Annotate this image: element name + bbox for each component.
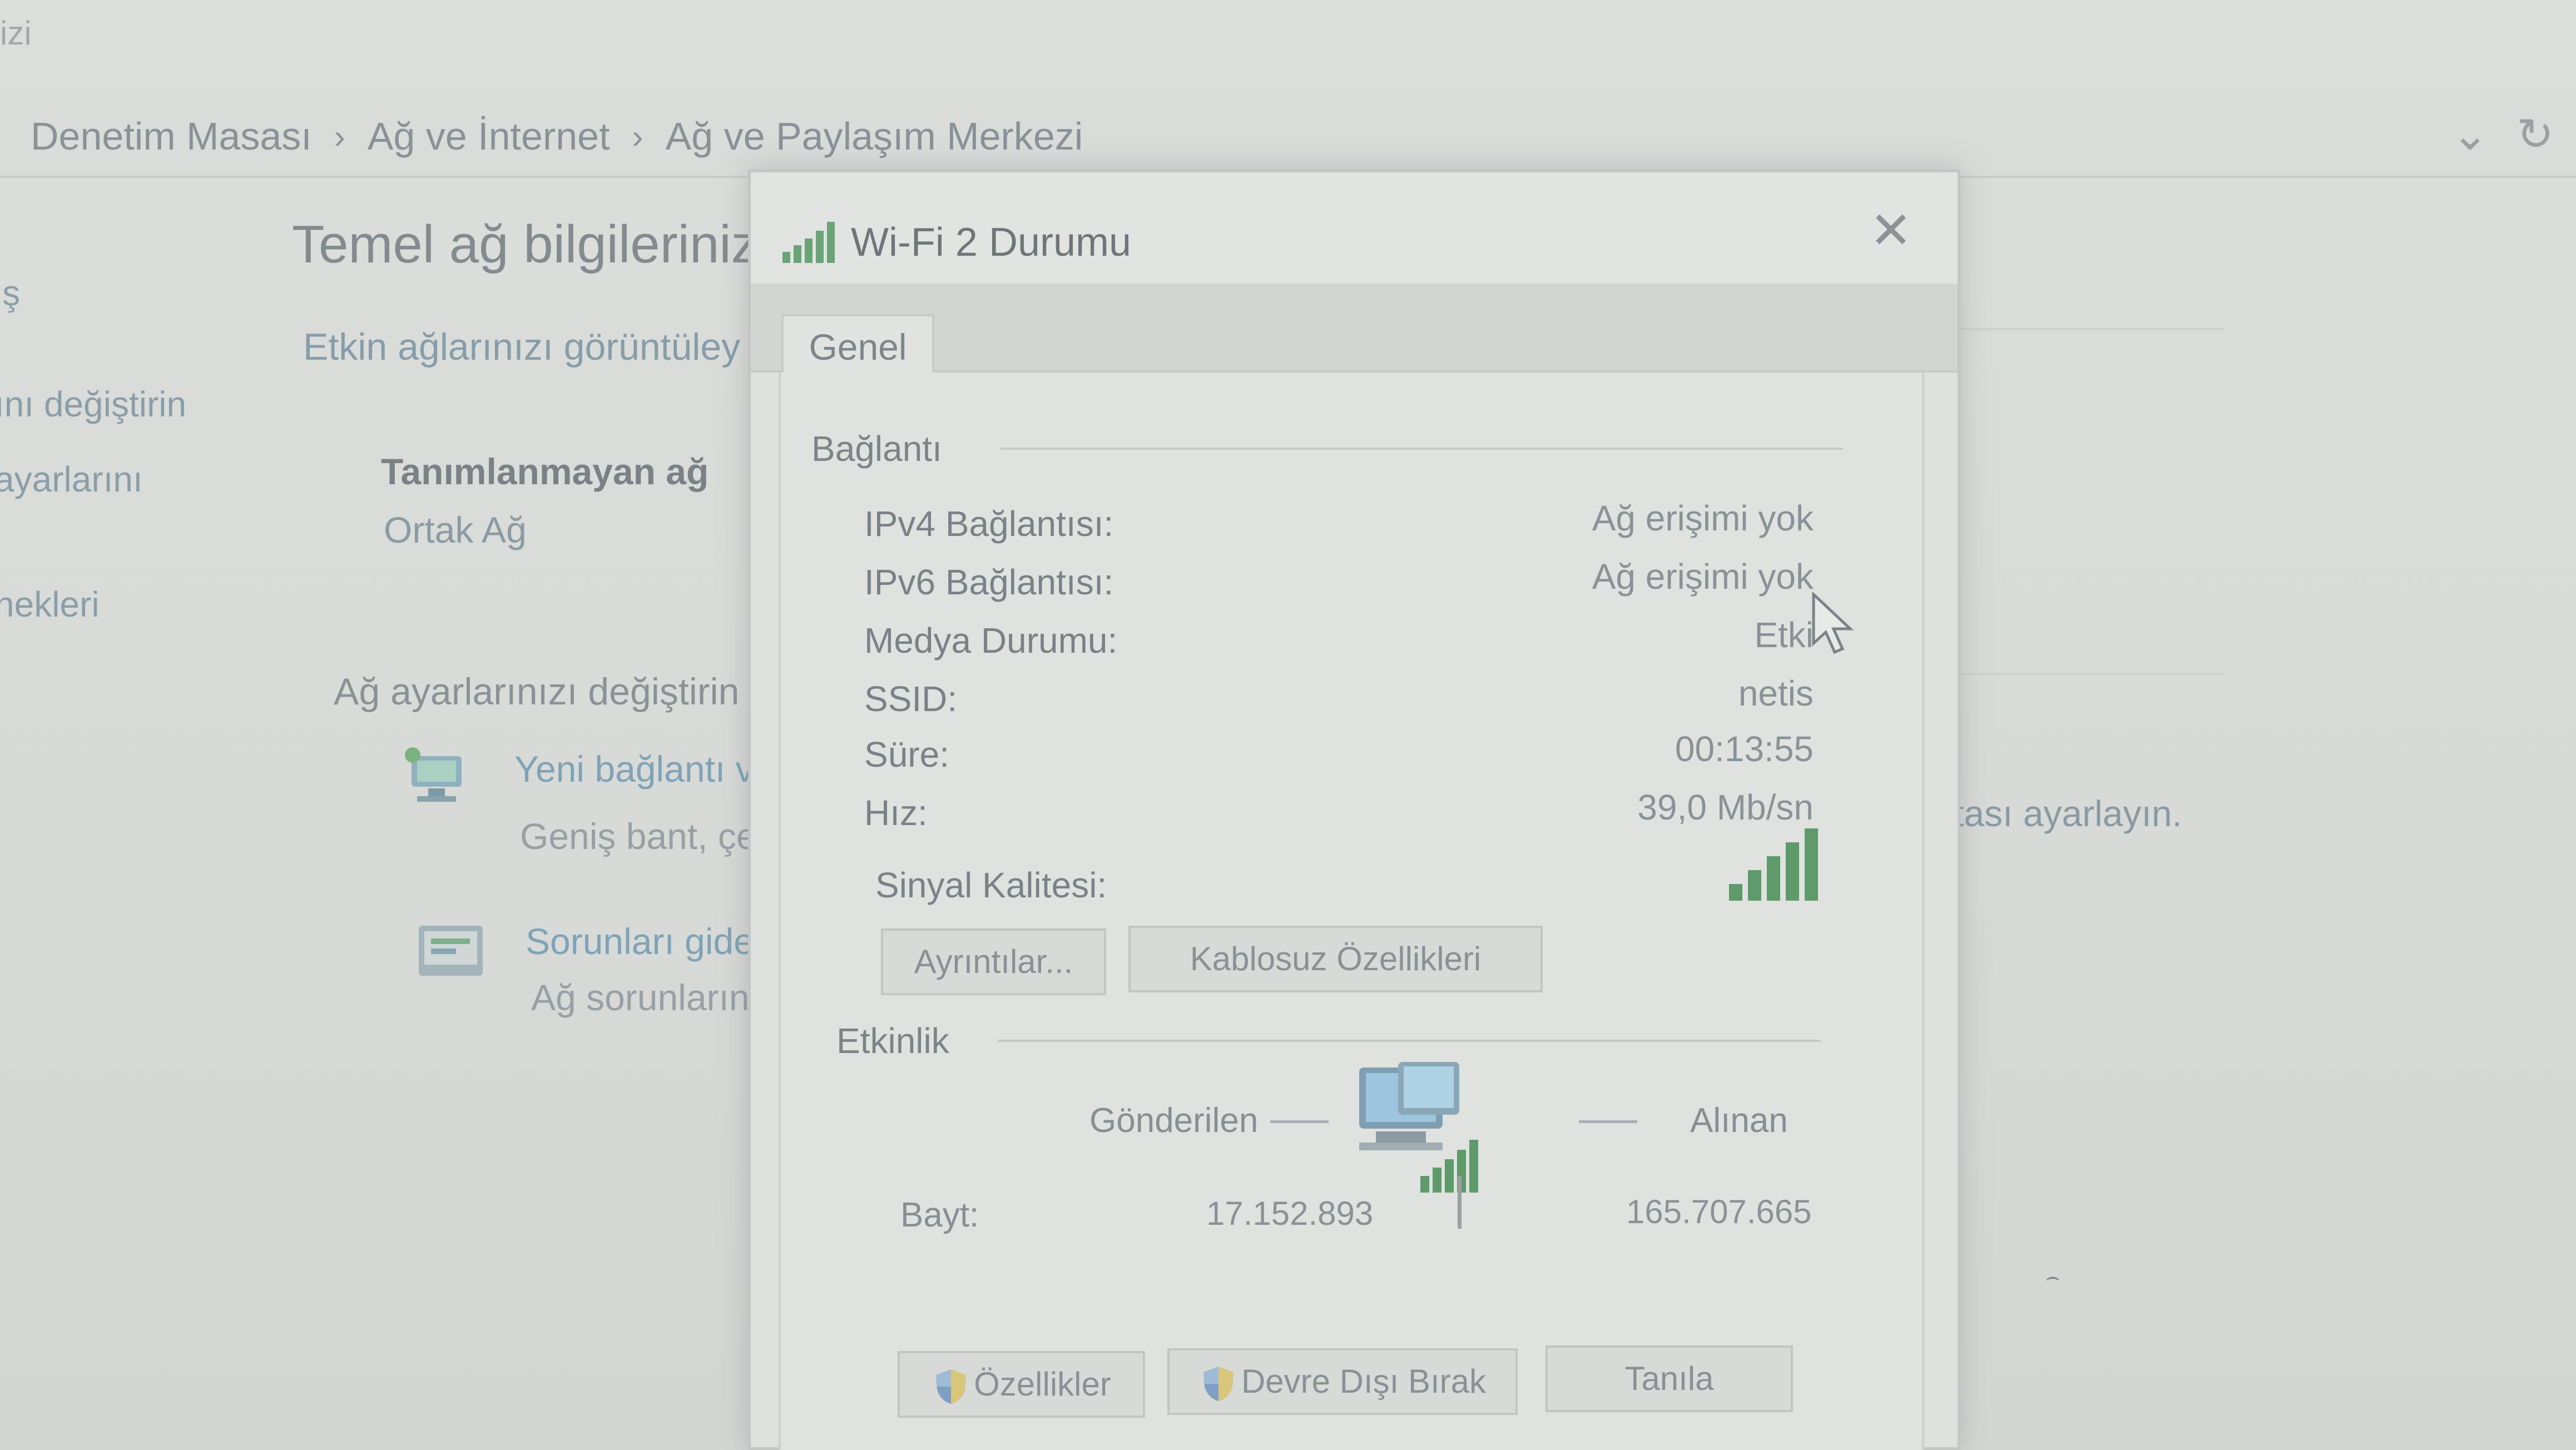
change-settings-heading: Ağ ayarlarınızı değiştirin — [334, 671, 740, 713]
troubleshoot-icon — [419, 926, 483, 976]
ssid-value: netis — [1738, 673, 1814, 713]
uac-shield-icon — [1203, 1367, 1233, 1402]
signal-strength-icon — [1729, 828, 1818, 901]
wifi-signal-icon — [782, 222, 835, 263]
troubleshoot-desc: Ağ sorunlarını t — [531, 977, 780, 1018]
signal-quality-label: Sinyal Kalitesi: — [875, 865, 1107, 905]
window-title-fragment: izi — [0, 14, 32, 52]
speed-label: Hız: — [864, 793, 928, 833]
signal-bar — [1805, 828, 1818, 901]
breadcrumb-separator[interactable]: › — [334, 117, 345, 156]
new-connection-desc: Geniş bant, çevi — [520, 816, 784, 857]
disable-button[interactable]: Devre Dışı Bırak — [1167, 1348, 1518, 1415]
network-name: Tanımlanmayan ağ — [381, 451, 709, 492]
signal-bar — [1729, 884, 1742, 901]
breadcrumb: Denetim Masası › Ağ ve İnternet › Ağ ve … — [31, 114, 1083, 158]
connection-rule — [1000, 448, 1843, 450]
sidebar-item-2[interactable]: ını değiştirin — [0, 384, 186, 425]
sent-label: Gönderilen — [1089, 1101, 1259, 1140]
ssid-label: SSID: — [864, 679, 958, 719]
network-setup-icon — [405, 747, 462, 802]
task-troubleshoot: Sorunları gideri Ağ sorunlarını t — [526, 920, 780, 1019]
wifi-status-dialog: Wi-Fi 2 Durumu ✕ Genel Bağlantı IPv4 Bağ… — [748, 170, 1960, 1450]
address-bar[interactable]: Denetim Masası › Ağ ve İnternet › Ağ ve … — [0, 92, 2576, 178]
properties-button[interactable]: Özellikler — [898, 1351, 1145, 1418]
sidebar-item-3[interactable]: ayarlarını — [0, 459, 143, 500]
bytes-label: Bayt: — [900, 1196, 979, 1234]
network-type[interactable]: Ortak Ağ — [384, 509, 527, 551]
divider — [1935, 673, 2225, 675]
media-state-label: Medya Durumu: — [864, 620, 1118, 661]
duration-label: Süre: — [864, 734, 949, 774]
breadcrumb-control-panel[interactable]: Denetim Masası — [31, 114, 312, 158]
media-state-value: Etki — [1754, 615, 1814, 655]
duration-value: 00:13:55 — [1675, 729, 1814, 769]
troubleshoot-link[interactable]: Sorunları gideri — [526, 921, 775, 962]
page-subtitle: Etkin ağlarınızı görüntüley — [303, 326, 741, 368]
sent-dash — [1270, 1120, 1329, 1123]
signal-bar — [1786, 842, 1799, 901]
ipv6-label: IPv6 Bağlantısı: — [864, 562, 1114, 602]
dialog-titlebar[interactable]: Wi-Fi 2 Durumu ✕ — [751, 172, 1958, 284]
received-label: Alınan — [1690, 1101, 1788, 1140]
signal-bar — [1767, 856, 1780, 901]
signal-bar — [1748, 870, 1761, 901]
sidebar-item-1[interactable]: iş — [0, 272, 20, 314]
close-icon[interactable]: ✕ — [1860, 200, 1921, 261]
breadcrumb-network-sharing-center[interactable]: Ağ ve Paylaşım Merkezi — [666, 114, 1083, 158]
ipv4-label: IPv4 Bağlantısı: — [864, 504, 1114, 544]
uac-shield-icon — [936, 1369, 967, 1404]
network-computer-icon — [1359, 1062, 1478, 1193]
cursor-artifact-icon: ⌢ — [2045, 1265, 2060, 1289]
wireless-properties-button[interactable]: Kablosuz Özellikleri — [1128, 926, 1543, 992]
details-button[interactable]: Ayrıntılar... — [881, 928, 1106, 995]
divider — [1935, 328, 2225, 330]
sidebar-item-4[interactable]: nekleri — [0, 584, 100, 625]
new-connection-link[interactable]: Yeni bağlantı ve — [514, 748, 774, 789]
tab-strip: Genel — [751, 284, 1958, 375]
disable-label: Devre Dışı Bırak — [1241, 1363, 1487, 1400]
breadcrumb-separator[interactable]: › — [632, 117, 643, 156]
diagnose-button[interactable]: Tanıla — [1545, 1345, 1793, 1412]
breadcrumb-network-internet[interactable]: Ağ ve İnternet — [368, 114, 610, 158]
sent-bytes: 17.152.893 — [1206, 1195, 1374, 1232]
chevron-down-icon[interactable]: ⌄ — [2451, 108, 2489, 160]
task-new-connection: Yeni bağlantı ve Geniş bant, çevi — [514, 748, 783, 857]
received-dash — [1579, 1120, 1637, 1123]
address-icons: ⌄ ↻ — [2451, 108, 2554, 160]
activity-rule — [998, 1040, 1821, 1042]
ipv4-value: Ağ erişimi yok — [1592, 498, 1814, 538]
refresh-icon[interactable]: ↻ — [2516, 108, 2554, 160]
page-title: Temel ağ bilgileriniz — [292, 215, 758, 274]
ipv6-value: Ağ erişimi yok — [1592, 557, 1814, 597]
connection-heading: Bağlantı — [811, 429, 942, 469]
received-bytes: 165.707.665 — [1626, 1193, 1812, 1230]
general-panel: Bağlantı IPv4 Bağlantısı: Ağ erişimi yok… — [779, 373, 1924, 1450]
mouse-cursor-icon — [1812, 592, 1854, 654]
dialog-title: Wi-Fi 2 Durumu — [851, 220, 1132, 265]
activity-separator — [1458, 1176, 1462, 1229]
right-description-text: ktası ayarlayın. — [1935, 793, 2182, 834]
activity-heading: Etkinlik — [836, 1021, 949, 1061]
properties-label: Özellikler — [974, 1365, 1111, 1403]
speed-value: 39,0 Mb/sn — [1637, 787, 1814, 827]
tab-general[interactable]: Genel — [781, 314, 934, 375]
